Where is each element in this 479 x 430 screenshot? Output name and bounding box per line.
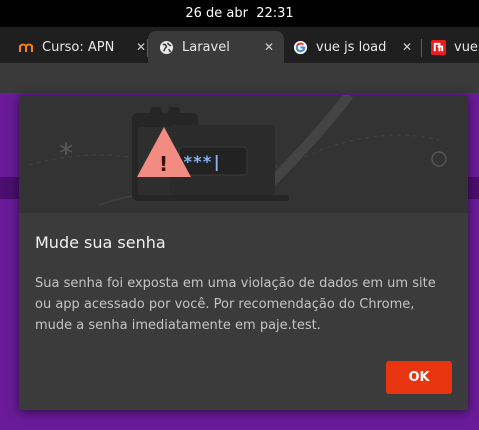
moodle-icon bbox=[18, 39, 34, 55]
tab-vue-js-load[interactable]: vue js load ✕ bbox=[292, 31, 414, 63]
tab-laravel[interactable]: Laravel ✕ bbox=[148, 31, 284, 63]
tab-title: vue bbox=[454, 39, 478, 55]
password-mask: ***| bbox=[183, 152, 222, 172]
close-icon[interactable]: ✕ bbox=[400, 40, 414, 54]
system-top-bar: 26 de abr 22:31 bbox=[0, 0, 479, 27]
breach-illustration: * ***| ! bbox=[28, 95, 447, 206]
tab-title: Curso: APN bbox=[42, 39, 115, 55]
password-breach-dialog: * ***| ! Mude sua senha Sua senha foi ex… bbox=[19, 95, 468, 410]
circle-deco-icon bbox=[431, 151, 447, 167]
asterisk-deco-icon: * bbox=[59, 137, 73, 170]
close-icon[interactable]: ✕ bbox=[134, 40, 148, 54]
n-icon bbox=[430, 39, 446, 55]
dialog-illustration: * ***| ! bbox=[19, 95, 468, 213]
dialog-title: Mude sua senha bbox=[35, 233, 166, 252]
tab-curso[interactable]: Curso: APN ✕ bbox=[18, 31, 148, 63]
tab-title: Laravel bbox=[182, 39, 230, 55]
tab-strip: Curso: APN ✕ Laravel ✕ vue js load ✕ vue bbox=[0, 27, 479, 63]
svg-text:!: ! bbox=[159, 152, 168, 176]
dialog-body: Sua senha foi exposta em uma violação de… bbox=[35, 276, 436, 333]
ok-button[interactable]: OK bbox=[386, 361, 452, 394]
close-icon[interactable]: ✕ bbox=[262, 40, 276, 54]
browser-toolbar bbox=[0, 63, 479, 93]
system-clock[interactable]: 26 de abr 22:31 bbox=[185, 6, 293, 21]
globe-icon bbox=[158, 39, 174, 55]
svg-text:*: * bbox=[59, 137, 73, 170]
tab-vue[interactable]: vue bbox=[430, 31, 479, 63]
tab-title: vue js load bbox=[316, 39, 387, 55]
google-icon bbox=[292, 39, 308, 55]
tab-separator bbox=[421, 39, 422, 57]
